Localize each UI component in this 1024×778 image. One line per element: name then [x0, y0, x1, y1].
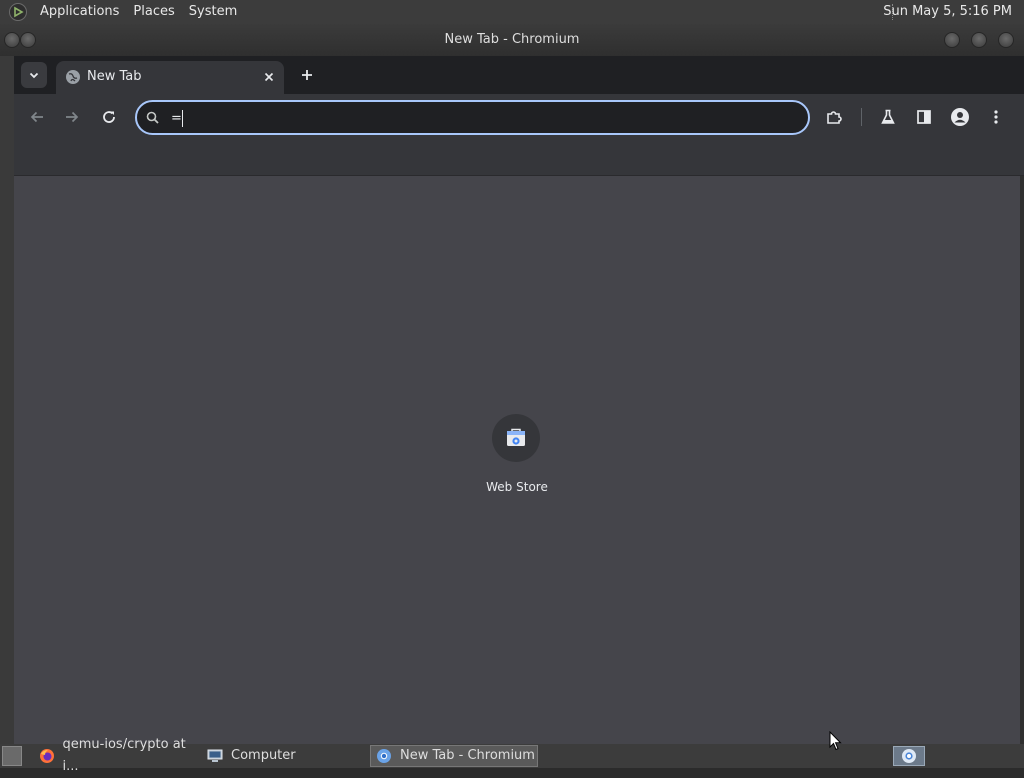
labs-button[interactable] — [876, 105, 900, 129]
task-firefox[interactable]: qemu-ios/crypto at i... — [34, 737, 202, 774]
close-window-button[interactable] — [998, 32, 1014, 48]
maximize-button[interactable] — [971, 32, 987, 48]
forward-button[interactable] — [60, 105, 84, 129]
chromium-icon — [375, 747, 393, 765]
task-label: Computer — [231, 748, 296, 763]
computer-icon — [206, 747, 224, 765]
back-button[interactable] — [25, 105, 49, 129]
reload-icon — [103, 111, 115, 123]
task-computer[interactable]: Computer — [202, 745, 366, 767]
chromium-window: New Tab - Chromium New Tab = Web Store — [0, 24, 1024, 768]
firefox-icon — [38, 747, 56, 765]
browser-toolbar — [14, 94, 1024, 140]
menu-applications[interactable]: Applications — [33, 0, 126, 24]
extensions-icon — [827, 111, 842, 124]
side-panel-icon — [917, 110, 931, 124]
shortcut-label: Web Store — [486, 480, 548, 494]
more-menu-icon — [994, 110, 998, 124]
new-tab-button[interactable] — [296, 64, 318, 86]
mouse-cursor-icon — [829, 731, 842, 751]
clock[interactable]: Sun May 5, 5:16 PM — [873, 0, 1024, 24]
shortcut-web-store[interactable]: Web Store — [474, 414, 560, 500]
bookmarks-bar — [14, 140, 1024, 176]
address-bar[interactable] — [135, 100, 810, 135]
tab-search-button[interactable] — [21, 62, 47, 88]
menu-system[interactable]: System — [182, 0, 244, 24]
task-label: qemu-ios/crypto at i... — [62, 737, 186, 774]
reload-button[interactable] — [97, 105, 121, 129]
window-titlebar[interactable]: New Tab - Chromium — [0, 24, 1024, 56]
chevron-down-icon — [29, 72, 39, 79]
web-store-icon — [507, 428, 525, 446]
search-icon — [146, 111, 159, 124]
tray-chromium-icon[interactable] — [893, 746, 925, 766]
tab-title: New Tab — [87, 69, 142, 84]
new-tab-page: Web Store — [14, 176, 1020, 744]
top-panel: Applications Places System Sun May 5, 5:… — [0, 0, 1024, 24]
extensions-button[interactable] — [822, 105, 846, 129]
close-tab-icon[interactable] — [260, 68, 278, 86]
menu-places[interactable]: Places — [126, 0, 181, 24]
tab-new-tab[interactable]: New Tab — [56, 61, 284, 94]
panel-menus: Applications Places System — [0, 0, 244, 24]
forward-icon — [66, 111, 79, 123]
text-caret — [182, 110, 183, 127]
back-icon — [30, 111, 43, 123]
tab-strip: New Tab — [14, 56, 1024, 94]
minimize-button[interactable] — [944, 32, 960, 48]
side-panel-button[interactable] — [912, 105, 936, 129]
globe-icon — [66, 70, 80, 84]
profile-icon — [951, 108, 969, 126]
shortcut-tile — [492, 414, 540, 462]
profile-button[interactable] — [948, 105, 972, 129]
window-title: New Tab - Chromium — [444, 32, 580, 47]
toolbar-separator — [861, 108, 862, 126]
task-chromium[interactable]: New Tab - Chromium — [370, 745, 538, 767]
show-desktop-button[interactable] — [2, 746, 22, 766]
more-menu-button[interactable] — [984, 105, 1008, 129]
background-window-edge — [0, 48, 14, 768]
window-shade-button[interactable] — [20, 32, 36, 48]
task-label: New Tab - Chromium — [400, 748, 535, 763]
plus-icon — [302, 70, 312, 80]
window-menu-button[interactable] — [4, 32, 20, 48]
labs-icon — [881, 109, 895, 124]
address-input[interactable] — [171, 107, 791, 129]
bottom-taskbar: qemu-ios/crypto at i... Computer New Tab… — [0, 737, 1024, 774]
applications-logo-icon[interactable] — [9, 3, 27, 21]
